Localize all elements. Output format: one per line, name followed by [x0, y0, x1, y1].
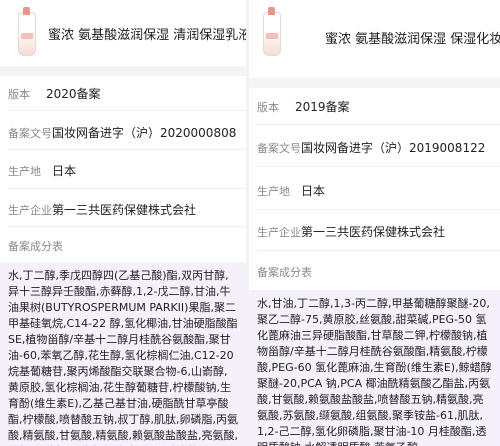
record-label: 备案文号	[8, 127, 52, 140]
ingredients-label: 备案成分表	[257, 266, 312, 279]
product-bottle-image	[263, 7, 281, 56]
maker-value: 第一三共医药保健株式会社	[52, 203, 197, 217]
product-header: 蜜浓 氨基酸滋润保湿 清润保湿乳液	[0, 0, 246, 62]
origin-value: 日本	[301, 184, 326, 198]
record-label: 备案文号	[257, 142, 301, 155]
row-divider	[257, 250, 500, 251]
record-value: 国妆网备进字（沪）2020000808	[52, 126, 237, 140]
row-divider	[257, 124, 500, 125]
product-header: 蜜浓 氨基酸滋润保湿 保湿化妆水 II	[249, 0, 500, 62]
section-divider	[249, 78, 500, 88]
product-title: 蜜浓 氨基酸滋润保湿 保湿化妆水 II	[325, 32, 500, 47]
filing-value: 2019备案	[295, 100, 350, 114]
row-divider	[8, 110, 246, 111]
product-card-right: 蜜浓 氨基酸滋润保湿 保湿化妆水 II 版本 2019备案 备案文号 国妆网备进…	[249, 0, 500, 446]
record-value: 国妆网备进字（沪）2019008122	[301, 141, 486, 155]
filing-value: 2020备案	[46, 87, 101, 101]
maker-label: 生产企业	[257, 226, 301, 239]
ingredients-list: 水,丁二醇,季戊四醇四(乙基己酸)酯,双丙甘醇,异十三醇异壬酸酯,赤藓醇,1,2…	[0, 262, 246, 446]
row-divider	[257, 209, 500, 210]
product-title: 蜜浓 氨基酸滋润保湿 清润保湿乳液	[48, 28, 249, 43]
filing-label: 版本	[8, 88, 30, 101]
origin-value: 日本	[52, 164, 77, 178]
row-divider	[8, 188, 246, 189]
filing-label: 版本	[257, 101, 279, 114]
origin-label: 生产地	[257, 185, 290, 198]
ingredients-list: 水,甘油,丁二醇,1,3-丙二醇,甲基葡糖醇聚醚-20,聚乙二醇-75,黄原胶,…	[249, 290, 500, 446]
origin-label: 生产地	[8, 165, 41, 178]
section-divider	[0, 66, 246, 76]
product-bottle-image	[18, 7, 36, 56]
row-divider	[8, 226, 246, 227]
maker-value: 第一三共医药保健株式会社	[301, 225, 446, 239]
product-card-left: 蜜浓 氨基酸滋润保湿 清润保湿乳液 版本 2020备案 备案文号 国妆网备进字（…	[0, 0, 249, 446]
maker-label: 生产企业	[8, 204, 52, 217]
ingredients-label: 备案成分表	[8, 240, 63, 253]
row-divider	[257, 166, 500, 167]
row-divider	[8, 149, 246, 150]
